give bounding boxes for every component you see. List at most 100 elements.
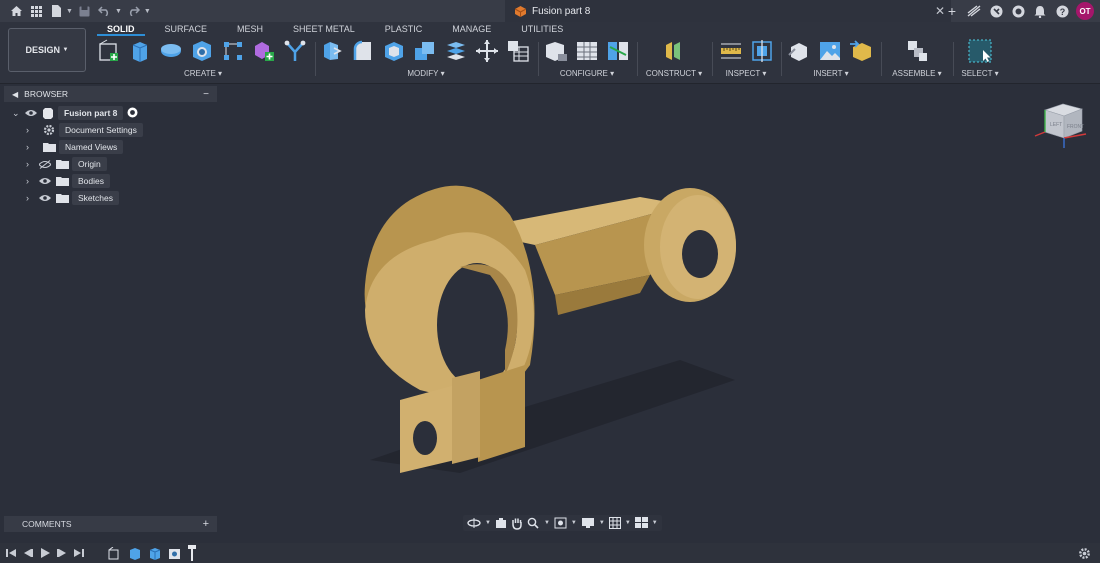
create-sketch-icon[interactable] [97,39,121,63]
viewports-caret-icon[interactable]: ▼ [652,520,658,526]
chevron-right-icon[interactable]: › [26,125,38,135]
chevron-right-icon[interactable]: › [26,142,38,152]
new-tab-icon[interactable]: + [944,3,960,19]
chevron-right-icon[interactable]: › [26,193,38,203]
grid-caret-icon[interactable]: ▼ [625,520,631,526]
orbit-icon[interactable] [467,517,481,529]
insert-group-label[interactable]: INSERT ▾ [787,69,875,78]
tab-sheet-metal[interactable]: SHEET METAL [283,22,365,36]
user-avatar[interactable]: OT [1076,2,1094,20]
go-to-end-icon[interactable] [74,548,84,558]
fit-icon[interactable] [554,517,567,529]
new-component-icon[interactable] [905,39,929,63]
timeline-hole-feature-icon[interactable] [168,547,181,560]
pan-hand-icon[interactable] [511,517,523,530]
redo-icon[interactable] [126,3,142,19]
eye-hidden-icon[interactable] [38,158,52,170]
file-menu-caret-icon[interactable]: ▼ [66,8,73,15]
redo-caret-icon[interactable]: ▼ [144,8,151,15]
undo-icon[interactable] [97,3,113,19]
go-to-start-icon[interactable] [6,548,16,558]
timeline-settings-gear-icon[interactable] [1078,547,1091,560]
timeline-extrude-feature-icon[interactable] [148,547,161,560]
insert-canvas-icon[interactable] [818,39,842,63]
timeline-marker-icon[interactable] [188,545,196,561]
tree-item-bodies[interactable]: › Bodies [26,174,110,188]
configuration-rule-icon[interactable] [606,39,630,63]
file-menu-icon[interactable] [48,3,64,19]
tab-manage[interactable]: MANAGE [442,22,501,36]
viewports-icon[interactable] [634,517,648,529]
eye-icon[interactable] [38,175,52,187]
tab-utilities[interactable]: UTILITIES [511,22,573,36]
fit-caret-icon[interactable]: ▼ [571,520,577,526]
add-comment-icon[interactable]: + [203,518,209,530]
grid-snaps-icon[interactable] [608,517,621,529]
timeline-sketch-feature-icon[interactable] [108,546,121,560]
orbit-caret-icon[interactable]: ▼ [485,520,491,526]
chevron-right-icon[interactable]: › [26,176,38,186]
zoom-caret-icon[interactable]: ▼ [544,520,550,526]
revolve-icon[interactable] [159,39,183,63]
workspace-switcher-button[interactable]: DESIGN ▼ [8,28,86,72]
timeline-extrude-feature-icon[interactable] [128,547,141,560]
job-status-icon[interactable] [1010,3,1026,19]
chevron-right-icon[interactable]: › [26,159,38,169]
apps-grid-icon[interactable] [28,3,44,19]
help-icon[interactable]: ? [1054,3,1070,19]
measure-icon[interactable] [719,39,743,63]
undo-caret-icon[interactable]: ▼ [115,8,122,15]
tab-solid[interactable]: SOLID [97,22,145,36]
display-settings-icon[interactable] [581,517,595,529]
insert-mcmaster-icon[interactable] [849,39,873,63]
step-back-icon[interactable] [23,548,33,558]
zoom-icon[interactable] [527,517,540,529]
configuration-table-icon[interactable] [575,39,599,63]
tab-surface[interactable]: SURFACE [155,22,218,36]
offset-face-icon[interactable] [444,39,468,63]
select-group-label[interactable]: SELECT ▾ [957,69,1003,78]
browser-panel-header[interactable]: ◀ BROWSER − [4,86,217,102]
chevron-down-icon[interactable]: ⌄ [12,108,24,119]
view-cube[interactable]: LEFT FRONT [1030,100,1088,152]
change-parameters-icon[interactable] [506,39,530,63]
tree-item-origin[interactable]: › Origin [26,157,107,171]
data-panel-icon[interactable] [966,3,982,19]
section-analysis-icon[interactable] [750,39,774,63]
look-at-icon[interactable] [495,517,507,529]
shell-icon[interactable] [382,39,406,63]
tree-root[interactable]: ⌄ Fusion part 8 [12,106,138,120]
tree-item-named-views[interactable]: › Named Views [26,140,124,154]
create-derive-icon[interactable] [283,39,307,63]
home-icon[interactable] [8,3,24,19]
configure-group-label[interactable]: CONFIGURE ▾ [544,69,630,78]
notifications-bell-icon[interactable] [1032,3,1048,19]
part-model[interactable] [340,175,760,495]
extensions-icon[interactable] [988,3,1004,19]
eye-icon[interactable] [24,107,38,119]
tree-item-sketches[interactable]: › Sketches [26,191,119,205]
extrude-icon[interactable] [128,39,152,63]
tab-mesh[interactable]: MESH [227,22,273,36]
inspect-group-label[interactable]: INSPECT ▾ [716,69,776,78]
modify-group-label[interactable]: MODIFY ▾ [320,69,532,78]
move-copy-icon[interactable] [475,39,499,63]
create-form-icon[interactable] [252,39,276,63]
press-pull-icon[interactable] [320,39,344,63]
browser-collapse-icon[interactable]: ◀ [12,90,18,99]
insert-derive-icon[interactable] [787,39,811,63]
select-window-icon[interactable] [968,39,992,63]
configure-model-icon[interactable] [544,39,568,63]
tab-plastic[interactable]: PLASTIC [375,22,433,36]
offset-plane-icon[interactable] [662,39,686,63]
eye-icon[interactable] [38,192,52,204]
assemble-group-label[interactable]: ASSEMBLE ▾ [885,69,949,78]
document-tab[interactable]: Fusion part 8 ✕ [505,0,951,22]
rectangular-pattern-icon[interactable] [221,39,245,63]
browser-minimize-icon[interactable]: − [203,89,209,100]
play-icon[interactable] [40,548,50,558]
hole-icon[interactable] [190,39,214,63]
combine-icon[interactable] [413,39,437,63]
step-forward-icon[interactable] [57,548,67,558]
tree-item-document-settings[interactable]: › Document Settings [26,123,143,137]
